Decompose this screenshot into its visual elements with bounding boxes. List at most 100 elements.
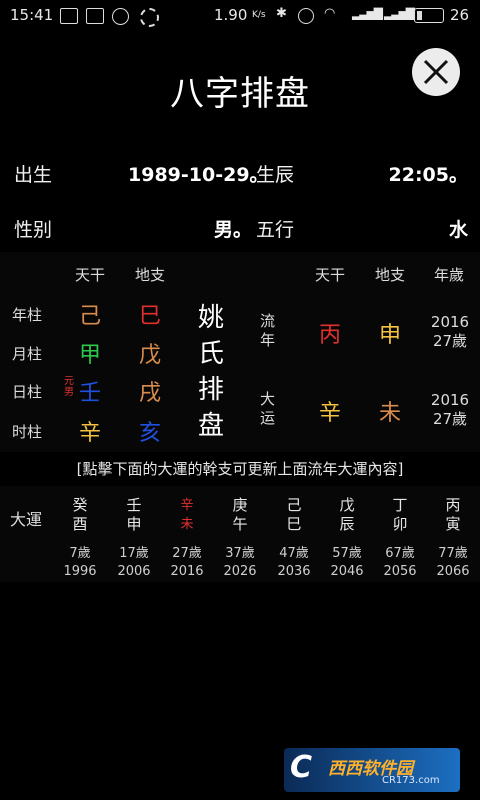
dayun-zhi: 申: [126, 515, 142, 533]
liunian-gan: 丙: [318, 323, 341, 348]
dayun-item[interactable]: 己 巳: [266, 496, 322, 534]
pillar-row-label: 月柱: [12, 345, 43, 363]
dayun-zhi: 酉: [72, 515, 88, 533]
pillar-gan: 甲: [78, 343, 101, 368]
gender-value: 男。: [214, 219, 253, 241]
pillar-header-zhi: 地支: [134, 266, 165, 284]
dayun-label: 大運: [10, 510, 43, 529]
dayun-current-label: 大 运: [260, 390, 284, 428]
watermark-c-icon: C: [290, 750, 313, 785]
update-notice: [點擊下面的大運的幹支可更新上面流年大運內容]: [76, 460, 404, 478]
dayun-zhi: 未: [180, 517, 194, 532]
battery-level: 26: [450, 6, 470, 24]
liunian-header-year: 年歲: [433, 266, 464, 284]
dayun-gan: 辛: [180, 498, 194, 513]
liunian-label: 流 年: [260, 312, 284, 350]
dayun-year: 2006: [117, 564, 151, 579]
dayun-age-item: 67歲 2056: [370, 545, 430, 581]
image-icon: [86, 8, 104, 24]
dayun-item[interactable]: 癸 酉: [52, 496, 108, 534]
dayun-zhi: 卯: [392, 515, 408, 533]
watermark-logo: C 西西软件园 CR173.com: [284, 748, 460, 792]
dayun-gan: 壬: [126, 496, 142, 514]
dayun-label-line: 运: [260, 409, 276, 427]
status-speed-unit: K/s: [252, 10, 266, 20]
dayun-item[interactable]: 丁 卯: [372, 496, 428, 534]
liunian-label-line: 年: [260, 331, 276, 349]
dayun-current-year: 2016 27歲: [420, 391, 480, 429]
bluetooth-icon: ✱: [276, 6, 287, 21]
pillar-gan: 辛: [78, 421, 101, 446]
dayun-age: 67歲: [385, 546, 415, 561]
dayun-age-item: 47歲 2036: [264, 545, 324, 581]
dayun-year: 1996: [63, 564, 97, 579]
dayun-year: 2046: [330, 564, 364, 579]
dayun-item[interactable]: 丙 寅: [425, 496, 480, 534]
dayun-zhi: 巳: [286, 515, 302, 533]
dayun-item[interactable]: 戊 辰: [319, 496, 375, 534]
pillar-row-label: 时柱: [12, 423, 43, 441]
dayun-current-gan: 辛: [318, 401, 341, 426]
center-title-char: 姚: [197, 303, 224, 333]
center-title-char: 排: [197, 375, 224, 405]
liunian-header-zhi: 地支: [374, 266, 405, 284]
dayun-age: 77歲: [438, 546, 468, 561]
wifi-icon: ◠: [324, 6, 336, 21]
dayun-year: 2036: [277, 564, 311, 579]
dayun-age-item: 17歲 2006: [104, 545, 164, 581]
dayun-current-zhi: 未: [378, 401, 401, 426]
pillar-zhi: 亥: [138, 421, 161, 446]
signal-icon-2: ▂▃▅▇: [384, 6, 415, 20]
pillar-gan: 己: [78, 304, 101, 329]
liunian-header-gan: 天干: [314, 266, 345, 284]
dayun-gan: 庚: [232, 496, 248, 514]
center-title-char: 氏: [197, 339, 224, 369]
hour-label: 生辰: [256, 164, 295, 186]
dayun-item[interactable]: 庚 午: [212, 496, 268, 534]
dayun-age-item: 27歲 2016: [157, 545, 217, 581]
dayun-item-selected[interactable]: 辛 未: [159, 496, 215, 534]
dayun-gan: 戊: [339, 496, 355, 514]
sync-icon: [140, 8, 159, 27]
status-time: 15:41: [10, 6, 54, 24]
center-title-char: 盘: [197, 411, 224, 441]
status-speed: 1.90: [214, 6, 248, 24]
alarm-icon: [298, 8, 314, 24]
liunian-year-value: 2016: [430, 313, 470, 331]
pillar-zhi: 戊: [138, 343, 161, 368]
check-icon: [112, 8, 129, 25]
dayun-gan: 丁: [392, 496, 408, 514]
element-value: 水: [448, 219, 468, 241]
watermark-url: CR173.com: [382, 775, 440, 786]
dayun-year: 2066: [436, 564, 470, 579]
birth-label: 出生: [14, 164, 53, 186]
element-label: 五行: [256, 219, 295, 241]
hour-value: 22:05。: [388, 164, 468, 186]
dayun-age-item: 57歲 2046: [317, 545, 377, 581]
birth-date: 1989-10-29。: [128, 164, 269, 186]
dayun-year: 2016: [170, 564, 204, 579]
notification-icon: [60, 8, 78, 24]
dayun-age: 27歲: [172, 546, 202, 561]
dayun-age-value: 27歲: [432, 410, 468, 428]
close-button[interactable]: [412, 48, 460, 96]
dayun-gan: 己: [286, 496, 302, 514]
pillar-row-label: 年柱: [12, 306, 43, 324]
dayun-age: 57歲: [332, 546, 362, 561]
liunian-label-line: 流: [260, 312, 276, 330]
dayun-age-item: 7歲 1996: [50, 545, 110, 581]
dayun-year: 2026: [223, 564, 257, 579]
dayun-item[interactable]: 壬 申: [106, 496, 162, 534]
center-title: 姚 氏 排 盘: [196, 300, 226, 444]
status-bar: 15:41 1.90 K/s ✱ ◠ ▂▃▅▇ ▂▃▅▇ 26: [0, 0, 480, 32]
liunian-year: 2016 27歲: [420, 313, 480, 351]
dayun-year-value: 2016: [430, 391, 470, 409]
liunian-zhi: 申: [378, 323, 401, 348]
dayun-gan: 癸: [72, 496, 88, 514]
battery-icon: [414, 8, 444, 23]
pillar-gan: 壬: [78, 381, 101, 406]
pillar-zhi: 戌: [138, 381, 161, 406]
dayun-age-item: 77歲 2066: [423, 545, 480, 581]
dayun-age: 47歲: [279, 546, 309, 561]
gender-label: 性别: [14, 219, 53, 241]
